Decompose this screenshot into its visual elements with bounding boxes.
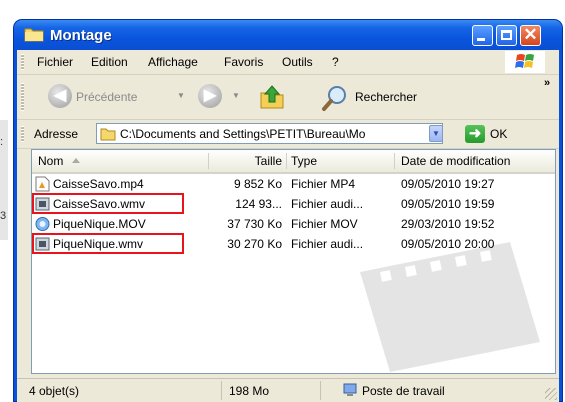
sort-ascending-icon (72, 158, 80, 163)
background-text-fragment: 3 (0, 210, 7, 222)
forward-arrow-icon: ▶ (203, 87, 217, 104)
menu-bar: Fichier Edition Affichage Favoris Outils… (17, 50, 559, 75)
maximize-button[interactable] (496, 25, 517, 46)
file-size: 37 730 Ko (227, 217, 282, 231)
menu-help[interactable]: ? (332, 55, 339, 69)
back-arrow-icon: ◀ (53, 87, 67, 104)
file-date: 29/03/2010 19:52 (401, 217, 495, 231)
search-icon[interactable] (321, 84, 351, 112)
menu-outils[interactable]: Outils (282, 55, 313, 69)
column-divider[interactable] (208, 153, 209, 169)
computer-icon (343, 383, 357, 396)
column-type[interactable]: Type (291, 154, 317, 168)
file-date: 09/05/2010 20:00 (401, 237, 495, 251)
status-count: 4 objet(s) (29, 384, 80, 398)
file-type: Fichier audi... (291, 237, 364, 251)
folder-icon (24, 28, 44, 42)
address-grip[interactable] (21, 126, 24, 142)
file-type: Fichier MP4 (291, 177, 356, 191)
file-type: Fichier audi... (291, 197, 364, 211)
address-dropdown-button[interactable]: ▼ (429, 125, 443, 142)
menu-edition[interactable]: Edition (91, 55, 128, 69)
status-size: 198 Mo (229, 384, 270, 398)
window-title: Montage (50, 27, 112, 44)
column-size[interactable]: Taille (232, 154, 282, 168)
forward-dropdown-icon[interactable]: ▼ (232, 91, 240, 100)
resize-grip[interactable] (545, 388, 557, 400)
file-date: 09/05/2010 19:27 (401, 177, 495, 191)
menu-favoris[interactable]: Favoris (224, 55, 263, 69)
address-input[interactable]: C:\Documents and Settings\PETIT\Bureau\M… (96, 123, 443, 144)
menu-grip[interactable] (21, 54, 24, 70)
back-button[interactable]: ◀ (48, 84, 72, 108)
status-divider (221, 381, 222, 400)
column-name[interactable]: Nom (38, 154, 63, 168)
folder-up-icon[interactable] (259, 84, 285, 110)
explorer-window: Montage ✕ Fichier Edition Affichage Favo… (14, 20, 562, 402)
close-button[interactable]: ✕ (520, 25, 541, 46)
minimize-icon (477, 38, 485, 41)
folder-icon (100, 128, 116, 141)
toolbar-grip[interactable] (21, 83, 24, 111)
close-icon: ✕ (523, 25, 538, 44)
status-bar: 4 objet(s) 198 Mo Poste de travail (17, 378, 559, 402)
go-label[interactable]: OK (490, 127, 507, 141)
file-type: Fichier MOV (291, 217, 358, 231)
search-label[interactable]: Rechercher (355, 90, 417, 104)
windows-logo-icon (505, 51, 545, 73)
status-divider (320, 381, 321, 400)
standard-toolbar: ◀ Précédente ▼ ▶ ▼ Rechercher » (17, 75, 559, 120)
title-bar[interactable]: Montage ✕ (14, 20, 562, 50)
go-arrow-icon: ➜ (468, 125, 482, 142)
toolbar-overflow-button[interactable]: » (544, 77, 550, 89)
menu-affichage[interactable]: Affichage (148, 55, 198, 69)
maximize-icon (501, 30, 512, 40)
file-size: 30 270 Ko (227, 237, 282, 251)
column-divider[interactable] (394, 153, 395, 169)
back-label[interactable]: Précédente (76, 90, 137, 104)
file-list: Nom Taille Type Date de modification Cai… (31, 149, 556, 374)
mov-file-icon (35, 217, 50, 231)
file-size: 124 93... (235, 197, 282, 211)
window-client-area: Fichier Edition Affichage Favoris Outils… (17, 50, 559, 402)
address-label: Adresse (34, 127, 79, 141)
forward-button[interactable]: ▶ (198, 84, 222, 108)
back-dropdown-icon[interactable]: ▼ (177, 91, 185, 100)
background-text-fragment: : (0, 136, 4, 148)
address-bar: Adresse C:\Documents and Settings\PETIT\… (17, 120, 559, 149)
address-path: C:\Documents and Settings\PETIT\Bureau\M… (120, 127, 366, 141)
minimize-button[interactable] (472, 25, 493, 46)
file-name: PiqueNique.MOV (53, 217, 146, 231)
status-location: Poste de travail (362, 384, 445, 398)
file-name: CaisseSavo.mp4 (53, 177, 144, 191)
file-date: 09/05/2010 19:59 (401, 197, 495, 211)
file-size: 9 852 Ko (233, 177, 282, 191)
column-header: Nom Taille Type Date de modification (32, 150, 555, 174)
column-divider[interactable] (286, 153, 287, 169)
mp4-file-icon (35, 176, 50, 192)
highlight-box (32, 193, 184, 214)
column-date[interactable]: Date de modification (401, 154, 510, 168)
file-row[interactable]: PiqueNique.MOV 37 730 Ko Fichier MOV 29/… (32, 214, 555, 234)
file-row[interactable]: CaisseSavo.mp4 9 852 Ko Fichier MP4 09/0… (32, 174, 555, 194)
highlight-box (32, 233, 184, 254)
go-button[interactable]: ➜ (465, 125, 485, 143)
menu-fichier[interactable]: Fichier (37, 55, 73, 69)
